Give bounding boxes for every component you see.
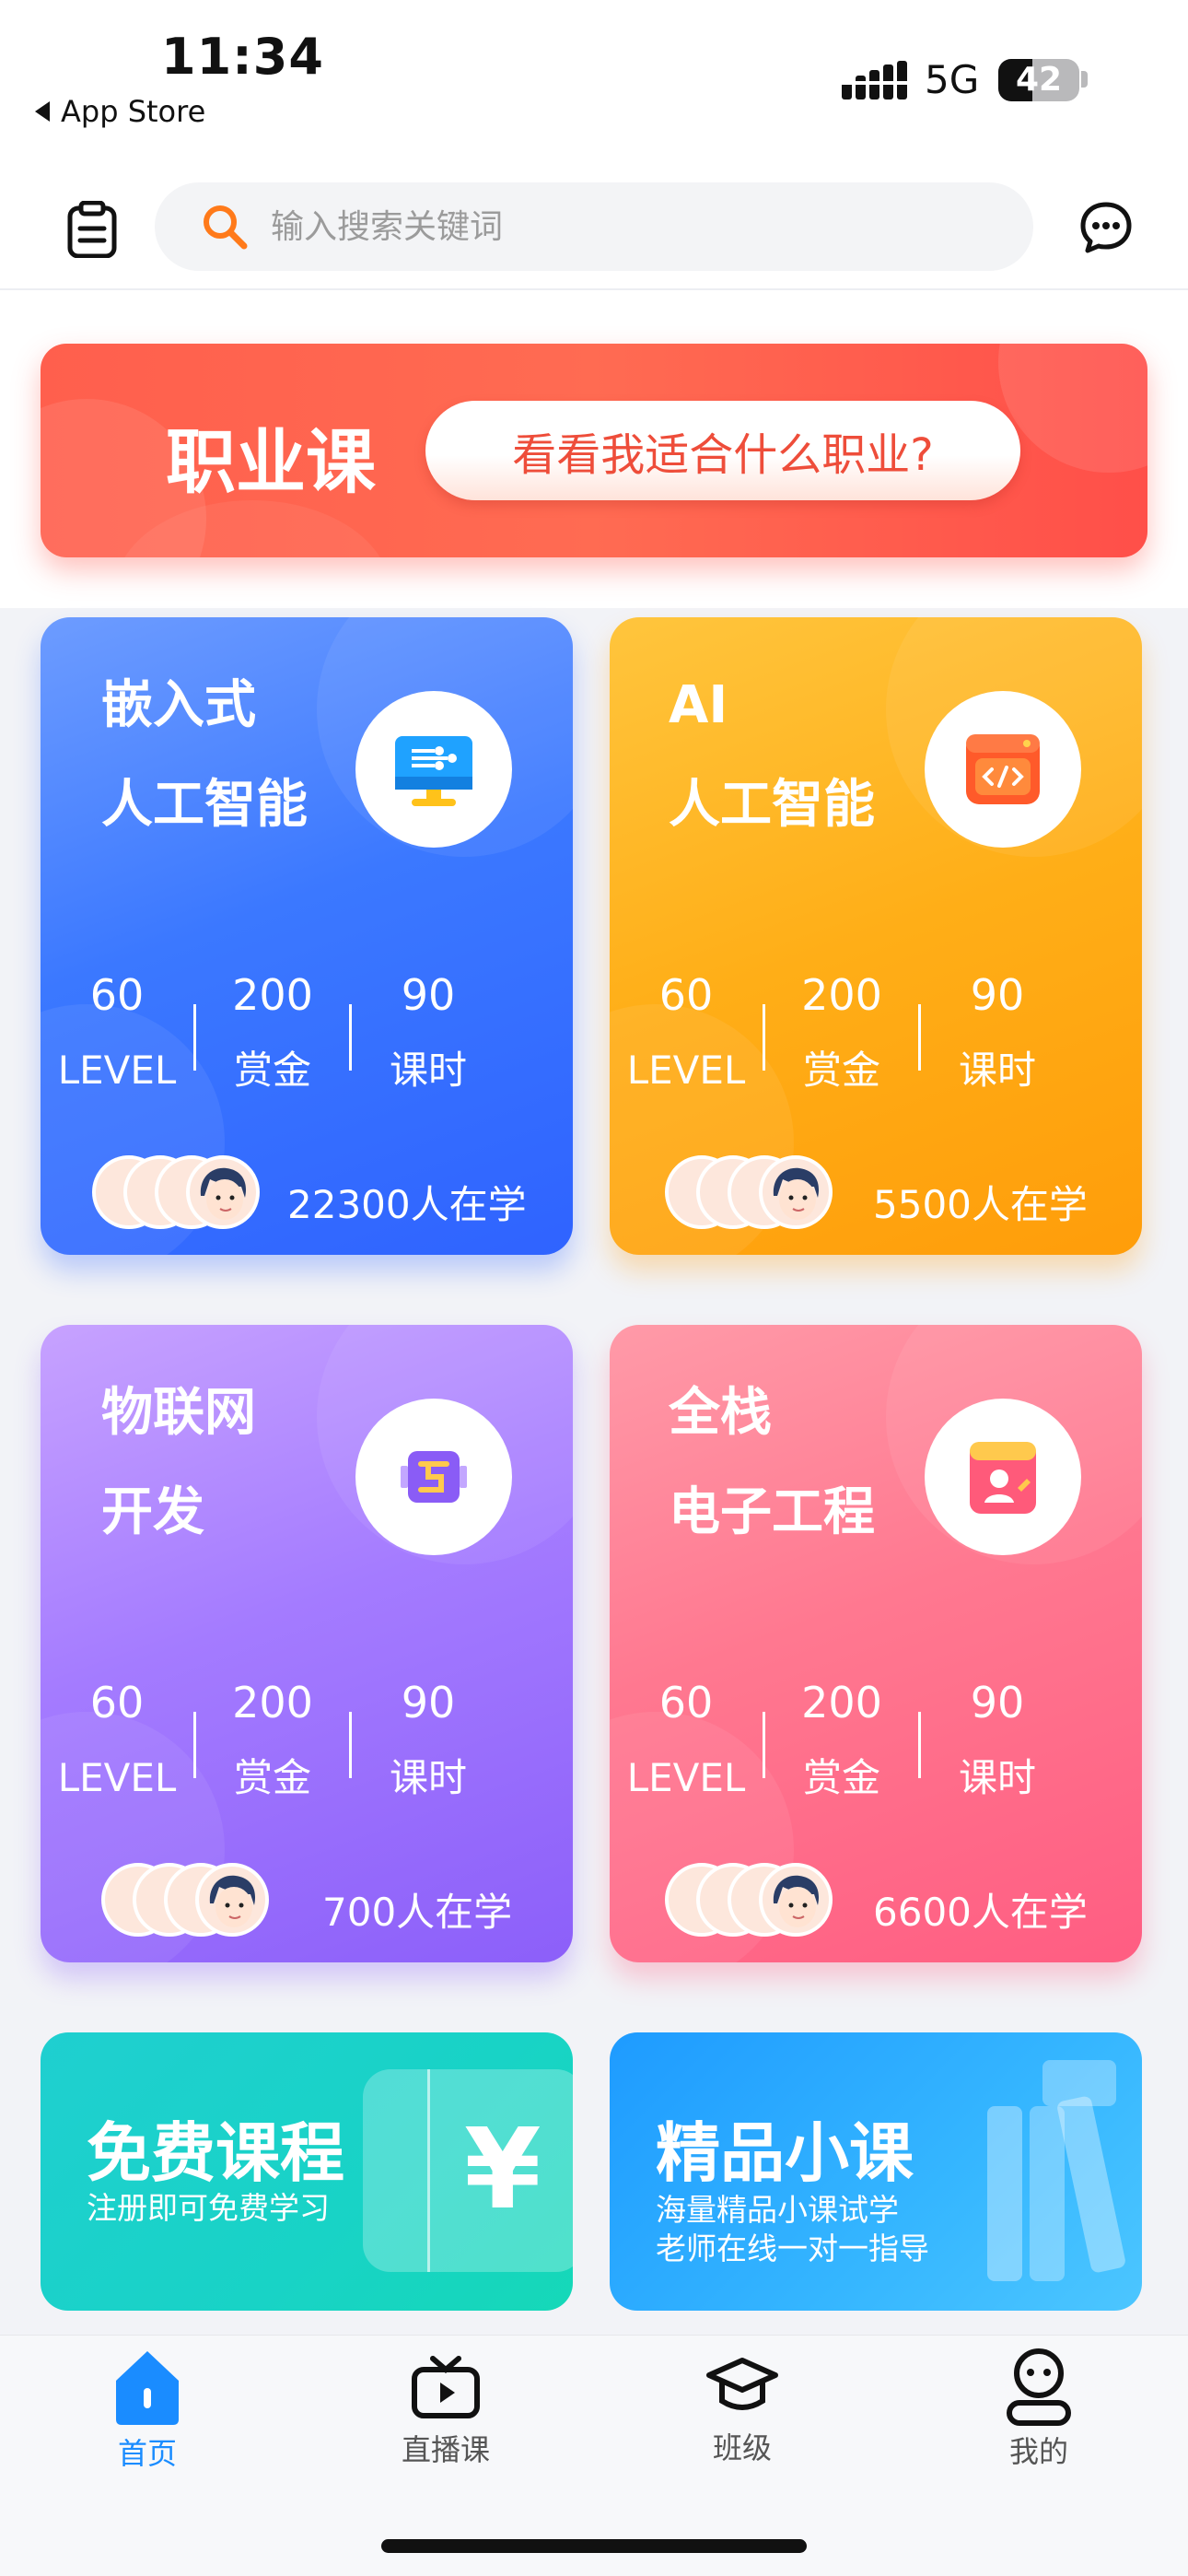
course-card-ai[interactable]: AI 人工智能 60 LEVEL 200 赏金 90 课时 5500人在学: [610, 617, 1142, 1255]
clipboard-icon[interactable]: [66, 201, 118, 258]
home-icon: [116, 2351, 179, 2425]
premium-courses-card[interactable]: 精品小课 海量精品小课试学 老师在线一对一指导: [610, 2032, 1142, 2311]
chat-bubble-icon[interactable]: [1079, 201, 1133, 254]
course-card-embedded-ai[interactable]: 嵌入式 人工智能 60 LEVEL 200 赏金 90 课时 22300人在学: [41, 617, 573, 1255]
signal-icon: [842, 61, 907, 100]
search-input[interactable]: [271, 207, 1007, 246]
tab-label: 班级: [712, 2430, 772, 2465]
course-stats: 60 LEVEL 200 赏金 90 课时: [610, 967, 1074, 1098]
stat-hours: 90 课时: [389, 970, 467, 1093]
chip-icon: [355, 1399, 512, 1555]
back-label: App Store: [61, 94, 206, 129]
search-bar[interactable]: [155, 182, 1033, 271]
course-title: AI 人工智能: [669, 675, 875, 835]
learner-avatars: [665, 1863, 833, 1938]
career-quiz-button[interactable]: 看看我适合什么职业?: [425, 401, 1020, 500]
home-indicator: [381, 2539, 807, 2553]
banner-title: 职业课: [166, 421, 376, 503]
tv-play-icon: [412, 2356, 480, 2418]
graduation-cap-icon: [706, 2358, 778, 2410]
free-courses-card[interactable]: ¥ 免费课程 注册即可免费学习: [41, 2032, 573, 2311]
back-to-app-store[interactable]: App Store: [35, 94, 205, 129]
books-icon: [987, 2060, 1125, 2281]
stat-bounty: 200 赏金: [232, 970, 313, 1093]
stat-bounty: 200 赏金: [801, 1678, 882, 1800]
search-icon: [204, 205, 248, 250]
monitor-icon: [355, 691, 512, 848]
user-icon: [1007, 2348, 1071, 2426]
course-stats: 60 LEVEL 200 赏金 90 课时: [610, 1675, 1074, 1806]
tab-label: 直播课: [401, 2432, 490, 2467]
avatar: [759, 1863, 833, 1937]
stat-level: 60 LEVEL: [626, 1678, 746, 1800]
tab-label: 首页: [117, 2436, 177, 2471]
avatar: [195, 1863, 269, 1937]
course-title: 嵌入式 人工智能: [101, 675, 308, 835]
avatar: [759, 1155, 833, 1229]
code-window-icon: [925, 691, 1081, 848]
avatar: [186, 1155, 260, 1229]
tab-label: 我的: [1008, 2434, 1068, 2469]
stat-hours: 90 课时: [958, 970, 1036, 1093]
tab-class[interactable]: 班级: [650, 2355, 834, 2467]
promo-subtitle: 海量精品小课试学 老师在线一对一指导: [656, 2192, 929, 2266]
promo-subtitle: 注册即可免费学习: [87, 2190, 330, 2226]
learner-avatars: [92, 1155, 260, 1231]
profile-card-icon: [925, 1399, 1081, 1555]
stat-bounty: 200 赏金: [232, 1678, 313, 1800]
learner-avatars: [665, 1155, 833, 1231]
learner-count: 700人在学: [322, 1890, 513, 1935]
learner-count: 22300人在学: [287, 1182, 527, 1227]
course-stats: 60 LEVEL 200 赏金 90 课时: [41, 967, 505, 1098]
course-title: 物联网 开发: [101, 1383, 256, 1542]
promo-title: 精品小课: [656, 2115, 914, 2191]
stat-level: 60 LEVEL: [57, 1678, 177, 1800]
battery-cap: [1081, 71, 1088, 88]
status-time: 11:34: [161, 28, 324, 86]
course-card-iot[interactable]: 物联网 开发 60 LEVEL 200 赏金 90 课时 700人在学: [41, 1325, 573, 1962]
stat-bounty: 200 赏金: [801, 970, 882, 1093]
promo-title: 免费课程: [87, 2115, 344, 2191]
yuan-coupon-icon: ¥: [363, 2069, 573, 2272]
course-title: 全栈 电子工程: [669, 1383, 875, 1542]
stat-level: 60 LEVEL: [626, 970, 746, 1093]
tab-mine[interactable]: 我的: [947, 2346, 1131, 2471]
learner-count: 6600人在学: [873, 1890, 1088, 1935]
stat-hours: 90 课时: [389, 1678, 467, 1800]
stat-hours: 90 课时: [958, 1678, 1036, 1800]
tab-live[interactable]: 直播课: [354, 2355, 538, 2469]
tab-home[interactable]: 首页: [55, 2348, 239, 2473]
learner-count: 5500人在学: [873, 1182, 1088, 1227]
back-arrow-icon: [35, 101, 50, 122]
course-card-fullstack[interactable]: 全栈 电子工程 60 LEVEL 200 赏金 90 课时 6600人在学: [610, 1325, 1142, 1962]
stat-level: 60 LEVEL: [57, 970, 177, 1093]
battery-level: 42: [1015, 61, 1063, 99]
learner-avatars: [101, 1863, 269, 1938]
network-type: 5G: [925, 57, 980, 102]
battery-icon: 42: [998, 59, 1079, 101]
course-stats: 60 LEVEL 200 赏金 90 课时: [41, 1675, 505, 1806]
